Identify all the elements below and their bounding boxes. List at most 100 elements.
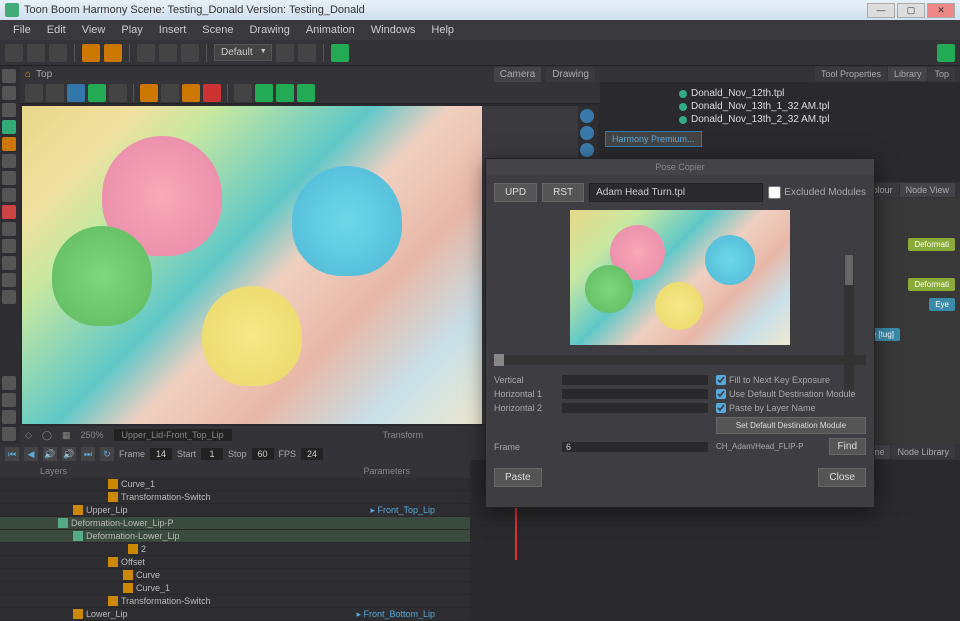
last-frame-button[interactable]: ⏭ <box>81 447 95 461</box>
cutter-tool-icon[interactable] <box>2 222 16 236</box>
layer-row[interactable]: Transformation-Switch <box>0 491 470 504</box>
tab-top[interactable]: Top <box>928 67 955 81</box>
tab-drawing[interactable]: Drawing <box>546 67 595 82</box>
menu-drawing[interactable]: Drawing <box>241 22 297 38</box>
tool-opt4-icon[interactable] <box>2 427 16 441</box>
stop-field[interactable]: 60 <box>252 448 274 460</box>
node-deformation2[interactable]: Deformati <box>908 278 955 291</box>
horizontal2-slider[interactable] <box>562 403 708 413</box>
pencil-tool-icon[interactable] <box>2 154 16 168</box>
menu-help[interactable]: Help <box>423 22 462 38</box>
vp-tool6-icon[interactable] <box>140 84 158 102</box>
dropper-tool-icon[interactable] <box>2 256 16 270</box>
vertical-slider[interactable] <box>562 375 708 385</box>
breadcrumb-top[interactable]: Top <box>36 69 52 80</box>
eraser-tool-icon[interactable] <box>2 188 16 202</box>
upd-button[interactable]: UPD <box>494 183 537 202</box>
tool-undo-icon[interactable] <box>82 44 100 62</box>
fps-field[interactable]: 24 <box>301 448 323 460</box>
close-button[interactable]: Close <box>818 468 866 487</box>
transform-tool-icon[interactable] <box>2 120 16 134</box>
tool-opt2-icon[interactable] <box>2 393 16 407</box>
layer-row[interactable]: Curve_1 <box>0 582 470 595</box>
first-frame-button[interactable]: ⏮ <box>5 447 19 461</box>
tab-library[interactable]: Library <box>888 67 928 81</box>
horizontal1-slider[interactable] <box>562 389 708 399</box>
paste-by-checkbox[interactable]: Paste by Layer Name <box>716 403 866 413</box>
layer-row[interactable]: Curve <box>0 569 470 582</box>
menu-edit[interactable]: Edit <box>39 22 74 38</box>
use-default-checkbox[interactable]: Use Default Destination Module <box>716 389 866 399</box>
text-tool-icon[interactable] <box>2 171 16 185</box>
library-item[interactable]: Donald_Nov_12th.tpl <box>675 87 955 100</box>
minimize-button[interactable]: — <box>867 3 895 18</box>
layer-row[interactable]: Lower_Lip▸ Front_Bottom_Lip <box>0 608 470 621</box>
frame-field[interactable]: 6 <box>562 442 708 452</box>
library-item[interactable]: Donald_Nov_13th_1_32 AM.tpl <box>675 100 955 113</box>
paint-tool-icon[interactable] <box>2 205 16 219</box>
tool-copy-icon[interactable] <box>159 44 177 62</box>
dialog-vscroll[interactable] <box>844 255 854 390</box>
tool-misc1-icon[interactable] <box>276 44 294 62</box>
vp-tool9-icon[interactable] <box>203 84 221 102</box>
start-field[interactable]: 1 <box>201 448 223 460</box>
layer-row[interactable]: Offset <box>0 556 470 569</box>
workspace-dropdown[interactable]: Default <box>214 44 272 61</box>
tool-cut-icon[interactable] <box>137 44 155 62</box>
node-eye[interactable]: Eye <box>929 298 955 311</box>
tool-misc2-icon[interactable] <box>298 44 316 62</box>
maximize-button[interactable]: ▢ <box>897 3 925 18</box>
tool-render-icon[interactable] <box>331 44 349 62</box>
menu-scene[interactable]: Scene <box>194 22 241 38</box>
hand-tool-icon[interactable] <box>2 290 16 304</box>
tool-open-icon[interactable] <box>27 44 45 62</box>
menu-insert[interactable]: Insert <box>151 22 195 38</box>
zoom-level[interactable]: 250% <box>81 430 104 440</box>
menu-view[interactable]: View <box>74 22 114 38</box>
vp-tool1-icon[interactable] <box>25 84 43 102</box>
select-tool-icon[interactable] <box>2 69 16 83</box>
tool-script-icon[interactable] <box>937 44 955 62</box>
tab-camera[interactable]: Camera <box>494 67 542 82</box>
next-frame-button[interactable]: 🔊 <box>62 447 76 461</box>
layer-row[interactable]: Transformation-Switch <box>0 595 470 608</box>
loop-button[interactable]: ↻ <box>100 447 114 461</box>
library-item[interactable]: Donald_Nov_13th_2_32 AM.tpl <box>675 113 955 126</box>
layer-row[interactable]: Upper_Lip▸ Front_Top_Lip <box>0 504 470 517</box>
menu-animation[interactable]: Animation <box>298 22 363 38</box>
vp-rtool1-icon[interactable] <box>580 109 594 123</box>
tab-node-library[interactable]: Node Library <box>891 445 955 459</box>
dialog-hslider[interactable] <box>494 355 866 365</box>
tab-node-view[interactable]: Node View <box>900 183 955 197</box>
tool-redo-icon[interactable] <box>104 44 122 62</box>
layer-row[interactable]: 2 <box>0 543 470 556</box>
brush-tool-icon[interactable] <box>2 137 16 151</box>
node-deformation1[interactable]: Deformati <box>908 238 955 251</box>
layer-row[interactable]: Deformation-Lower_Lip-P <box>0 517 470 530</box>
filename-field[interactable]: Adam Head Turn.tpl <box>589 183 763 202</box>
vp-icon3[interactable]: ▦ <box>62 430 71 441</box>
tool-new-icon[interactable] <box>5 44 23 62</box>
vp-icon2[interactable]: ◯ <box>42 430 52 441</box>
vp-tool13-icon[interactable] <box>297 84 315 102</box>
tool-paste-icon[interactable] <box>181 44 199 62</box>
set-default-button[interactable]: Set Default Destination Module <box>716 417 866 434</box>
tool-opt1-icon[interactable] <box>2 376 16 390</box>
home-icon[interactable]: ⌂ <box>25 69 31 80</box>
tab-tool-properties[interactable]: Tool Properties <box>815 67 887 81</box>
vp-tool5-icon[interactable] <box>109 84 127 102</box>
vp-tool11-icon[interactable] <box>255 84 273 102</box>
close-button[interactable]: ✕ <box>927 3 955 18</box>
vp-icon1[interactable]: ◇ <box>25 430 32 441</box>
find-button[interactable]: Find <box>829 438 866 455</box>
tool-save-icon[interactable] <box>49 44 67 62</box>
vp-tool7-icon[interactable] <box>161 84 179 102</box>
tool-opt3-icon[interactable] <box>2 410 16 424</box>
vp-tool10-icon[interactable] <box>234 84 252 102</box>
frame-field[interactable]: 14 <box>150 448 172 460</box>
vp-rtool2-icon[interactable] <box>580 126 594 140</box>
menu-play[interactable]: Play <box>113 22 150 38</box>
rst-button[interactable]: RST <box>542 183 584 202</box>
vp-tool2-icon[interactable] <box>46 84 64 102</box>
vp-tool8-icon[interactable] <box>182 84 200 102</box>
